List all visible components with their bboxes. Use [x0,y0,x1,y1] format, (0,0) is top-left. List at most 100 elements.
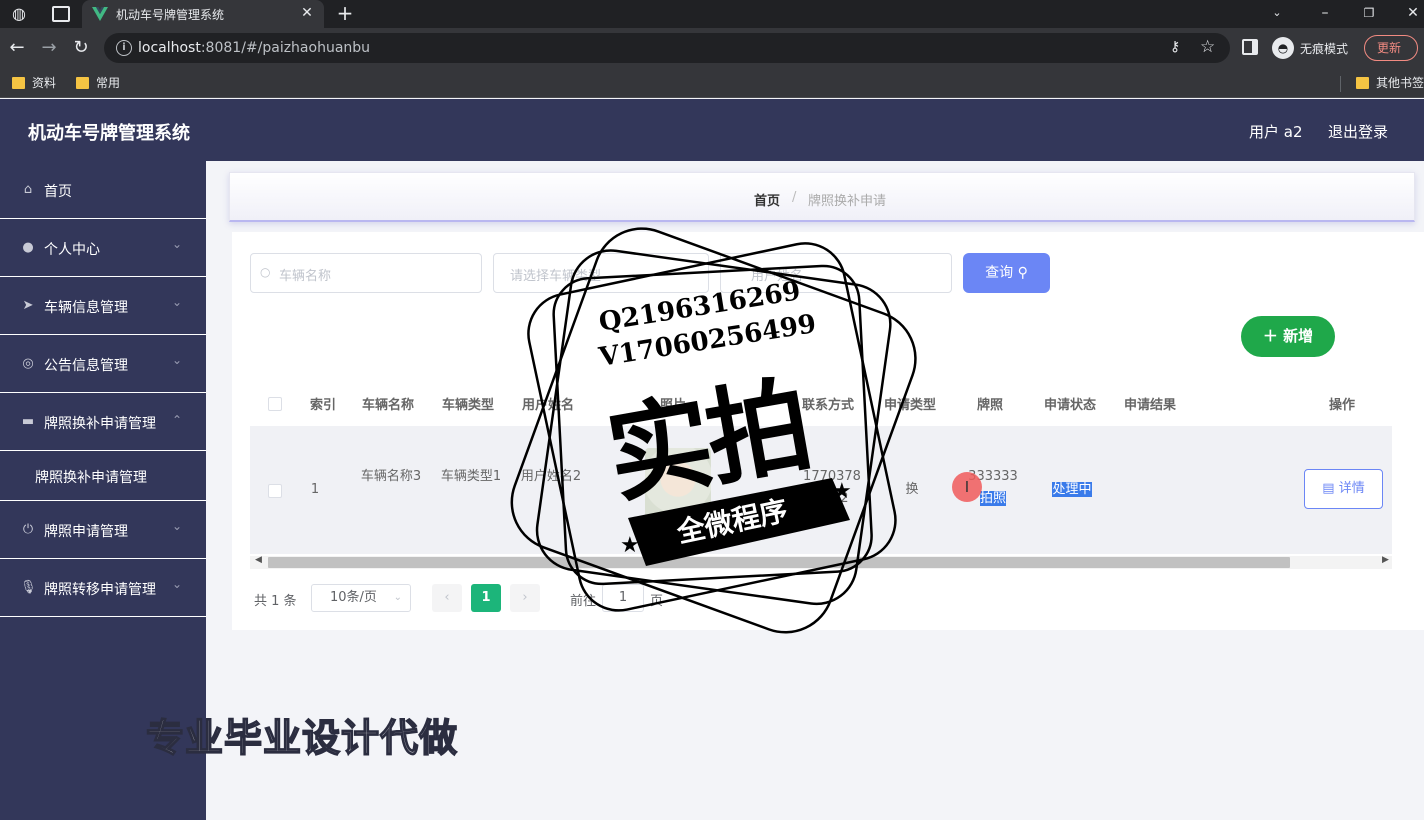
sidebar-item-plate-replace[interactable]: ▬ 牌照换补申请管理 ⌃ [0,393,206,451]
new-tab-icon[interactable]: + [334,2,356,24]
sidebar-subitem-label: 牌照换补申请管理 [35,470,147,486]
breadcrumb-current: 牌照换补申请 [808,194,887,209]
text-cursor-icon: I [952,472,982,502]
tab-page-icon[interactable] [52,6,70,22]
close-window-icon[interactable]: ✕ [1402,2,1424,24]
page-unit-label: 页 [650,594,664,609]
vehicle-name-placeholder: 车辆名称 [279,269,332,284]
back-icon[interactable]: ← [6,37,28,59]
bookmark-star-icon[interactable]: ☆ [1200,37,1215,57]
tab-title: 机动车号牌管理系统 [116,8,225,22]
page-number-button[interactable]: 1 [471,584,501,612]
column-header-result[interactable]: 申请结果 [1124,394,1176,413]
status-badge: 处理中 [1052,482,1092,497]
key-icon[interactable]: ⚷ [1170,39,1180,55]
detail-label: 详情 [1338,481,1365,496]
send-icon: ➤ [22,298,34,313]
bookmark-folder-ziliao[interactable]: 资料 [12,75,56,91]
microphone-icon: 🎙︎ [20,580,37,595]
horizontal-scrollbar[interactable]: ◀ ▶ [250,555,1392,569]
update-button[interactable]: 更新 [1364,35,1418,61]
incognito-icon[interactable]: ◓ [1272,37,1294,59]
scroll-left-icon[interactable]: ◀ [255,555,262,565]
sidebar-item-home[interactable]: ⌂ 首页 [0,161,206,219]
bookmarks-bar: 资料 常用 其他书签 [0,68,1424,98]
cell-user-name: 用户姓名2 [520,469,582,484]
sidebar-item-label: 首页 [44,184,72,200]
browser-tab-active[interactable]: 机动车号牌管理系统 ✕ [82,0,324,28]
sidebar-item-label: 牌照转移申请管理 [44,582,156,598]
detail-button[interactable]: ▤ 详情 [1304,469,1383,509]
sidebar-item-label: 牌照换补申请管理 [44,416,156,432]
bookmark-folder-changyong[interactable]: 常用 [76,75,120,91]
column-header-vehicle-type[interactable]: 车辆类型 [442,394,494,413]
close-tab-icon[interactable]: ✕ [298,4,316,22]
column-header-contact[interactable]: 联系方式 [802,394,854,413]
row-checkbox[interactable] [268,484,282,498]
chevron-down-icon: ⌄ [172,237,183,251]
reload-icon[interactable]: ↻ [70,37,92,59]
incognito-label: 无痕模式 [1300,42,1349,56]
chevron-down-icon: ⌄ [393,592,402,603]
url-field[interactable]: i localhost:8081/#/paizhaohuanbu ⚷ ☆ [104,33,1230,63]
vehicle-type-select[interactable]: 请选择车辆类型 [493,253,709,293]
sidebar-item-label: 牌照申请管理 [44,524,128,540]
column-header-plate[interactable]: 牌照 [977,394,1003,413]
vehicle-name-search-input[interactable]: ○ 车辆名称 [250,253,482,293]
next-page-button[interactable]: › [510,584,540,612]
column-header-apply-type[interactable]: 申请类型 [884,394,936,413]
chevron-down-icon: ⌄ [172,519,183,533]
chevron-up-icon: ⌃ [172,413,183,427]
globe-icon[interactable]: ◍ [10,5,28,23]
plate-photo-label: 拍照 [979,491,1006,506]
page-size-select[interactable]: 10条/页 ⌄ [311,584,411,612]
monitor-icon: ▬ [21,414,35,429]
cell-vehicle-type: 车辆类型1 [440,469,502,484]
minimize-icon[interactable]: – [1314,2,1336,24]
user-icon: ● [22,240,34,255]
sidebar-item-label: 个人中心 [44,242,100,258]
app-title: 机动车号牌管理系统 [28,123,190,144]
address-bar: ← → ↻ i localhost:8081/#/paizhaohuanbu ⚷… [0,28,1424,68]
breadcrumb-home[interactable]: 首页 [754,190,780,209]
pagination-total: 共 1 条 [254,594,297,609]
query-button[interactable]: 查询 ⚲ [963,253,1050,293]
add-button[interactable]: ＋ 新增 [1241,316,1335,357]
site-info-icon[interactable]: i [116,40,132,56]
bookmark-folder-other[interactable]: 其他书签 [1356,75,1424,91]
restore-icon[interactable]: ❐ [1358,2,1380,24]
forward-icon[interactable]: → [38,37,60,59]
folder-icon [1356,77,1369,89]
sidebar-item-plate-transfer[interactable]: 🎙︎ 牌照转移申请管理 ⌄ [0,559,206,617]
breadcrumb-separator: / [792,190,797,205]
browser-tab-bar: ◍ 机动车号牌管理系统 ✕ + ⌄ – ❐ ✕ [0,0,1424,28]
prev-page-button[interactable]: ‹ [432,584,462,612]
goto-label: 前往 [570,594,597,609]
sidebar-item-personal[interactable]: ● 个人中心 ⌄ [0,219,206,277]
column-header-user-name[interactable]: 用户姓名 [522,394,574,413]
goto-page-input[interactable]: 1 [602,584,644,612]
home-icon: ⌂ [23,182,33,197]
sidebar-item-plate-apply[interactable]: ⏻ 牌照申请管理 ⌄ [0,501,206,559]
cell-apply-type: 换 [905,482,919,497]
column-header-vehicle-name[interactable]: 车辆名称 [362,394,414,413]
side-panel-icon[interactable] [1242,39,1258,55]
select-all-checkbox[interactable] [268,397,282,411]
sidebar-subitem-plate-replace[interactable]: 牌照换补申请管理 [0,451,206,501]
cell-index: 1 [310,482,320,497]
sidebar-item-notice[interactable]: ◎ 公告信息管理 ⌄ [0,335,206,393]
column-header-index[interactable]: 索引 [310,394,336,413]
sidebar-item-vehicle[interactable]: ➤ 车辆信息管理 ⌄ [0,277,206,335]
sidebar-item-label: 车辆信息管理 [44,300,128,316]
scrollbar-thumb[interactable] [268,557,1290,568]
column-header-status[interactable]: 申请状态 [1044,394,1096,413]
tab-search-icon[interactable]: ⌄ [1266,2,1288,24]
scroll-right-icon[interactable]: ▶ [1382,555,1389,565]
app-header: 机动车号牌管理系统 用户 a2 退出登录 [0,99,1424,161]
sidebar-item-label: 公告信息管理 [44,358,128,374]
add-label: 新增 [1283,327,1314,345]
logout-link[interactable]: 退出登录 [1328,121,1388,142]
watermark-bottom-text: 专业毕业设计代做 [145,715,459,761]
folder-icon [12,77,25,89]
page-size-value: 10条/页 [330,590,377,605]
